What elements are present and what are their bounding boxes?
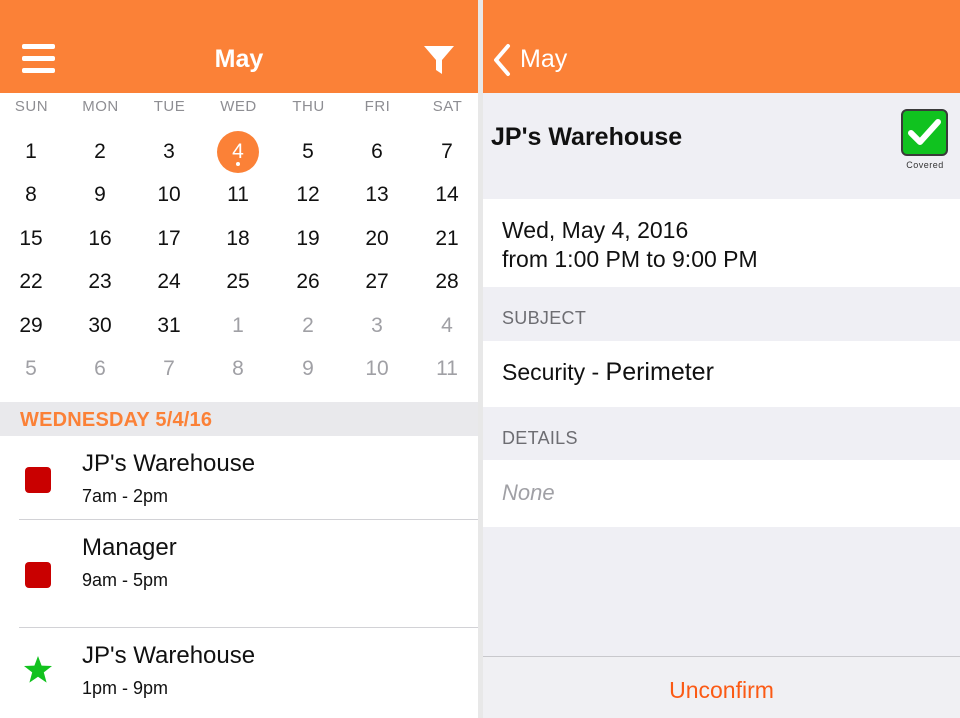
calendar-day[interactable]: 7 xyxy=(147,347,191,391)
calendar-day[interactable]: 6 xyxy=(78,347,122,391)
calendar-day[interactable]: 10 xyxy=(355,347,399,391)
calendar-day[interactable]: 7 xyxy=(425,130,469,174)
event-detail-pane: May JP's Warehouse Covered Wed, May 4, 2… xyxy=(483,0,960,718)
calendar-day[interactable]: 8 xyxy=(216,347,260,391)
event-date: Wed, May 4, 2016 xyxy=(502,217,689,243)
subject-section-label: SUBJECT xyxy=(502,308,587,328)
calendar-day[interactable]: 12 xyxy=(286,173,330,217)
calendar-day[interactable]: 15 xyxy=(9,217,53,261)
calendar-day[interactable]: 28 xyxy=(425,260,469,304)
event-dot-icon xyxy=(236,162,240,166)
month-title: May xyxy=(214,45,264,73)
event-item[interactable]: JP's Warehouse 7am - 2pm xyxy=(0,436,478,520)
event-time-range: from 1:00 PM to 9:00 PM xyxy=(502,246,758,272)
weekday-header: SUN MON TUE WED THU FRI SAT xyxy=(0,98,478,118)
subject-value: Perimeter xyxy=(605,358,714,386)
weekday-label: THU xyxy=(292,98,325,115)
covered-checkbox-icon[interactable] xyxy=(901,109,948,156)
calendar-day[interactable]: 10 xyxy=(147,173,191,217)
event-title: JP's Warehouse xyxy=(82,450,256,477)
bottom-toolbar: Unconfirm xyxy=(483,656,960,718)
chevron-left-icon xyxy=(494,44,510,76)
calendar-day[interactable]: 29 xyxy=(9,304,53,348)
filter-icon[interactable] xyxy=(423,44,455,76)
calendar-day[interactable]: 5 xyxy=(9,347,53,391)
calendar-day[interactable]: 16 xyxy=(78,217,122,261)
event-title: JP's Warehouse xyxy=(82,642,256,669)
calendar-day[interactable]: 3 xyxy=(147,130,191,174)
calendar-day[interactable]: 14 xyxy=(425,173,469,217)
selected-date-label: WEDNESDAY 5/4/16 xyxy=(20,409,213,431)
calendar-day[interactable]: 25 xyxy=(216,260,260,304)
calendar-day[interactable]: 9 xyxy=(78,173,122,217)
calendar-day[interactable]: 27 xyxy=(355,260,399,304)
weekday-label: FRI xyxy=(364,98,391,115)
calendar-day[interactable]: 11 xyxy=(425,347,469,391)
calendar-day[interactable]: 31 xyxy=(147,304,191,348)
unconfirm-button[interactable]: Unconfirm xyxy=(483,677,960,704)
calendar-day[interactable]: 18 xyxy=(216,217,260,261)
selected-date-header: WEDNESDAY 5/4/16 xyxy=(0,402,478,436)
calendar-day[interactable]: 24 xyxy=(147,260,191,304)
calendar-day[interactable]: 20 xyxy=(355,217,399,261)
calendar-day[interactable]: 9 xyxy=(286,347,330,391)
event-time: 7am - 2pm xyxy=(82,486,169,506)
green-star-icon xyxy=(24,656,52,683)
event-item[interactable]: JP's Warehouse 1pm - 9pm xyxy=(0,628,478,718)
calendar-day[interactable]: 26 xyxy=(286,260,330,304)
detail-navbar: May xyxy=(483,0,960,93)
calendar-day[interactable]: 8 xyxy=(9,173,53,217)
details-value: None xyxy=(502,480,555,505)
calendar-navbar: May xyxy=(0,0,478,93)
calendar-day[interactable]: 19 xyxy=(286,217,330,261)
red-square-icon xyxy=(25,467,51,493)
calendar-day[interactable]: 23 xyxy=(78,260,122,304)
calendar-day-number: 4 xyxy=(232,140,244,163)
calendar-day[interactable]: 6 xyxy=(355,130,399,174)
calendar-day[interactable]: 11 xyxy=(216,173,260,217)
weekday-label: WED xyxy=(220,98,257,115)
calendar-day-selected[interactable]: 4 xyxy=(217,131,259,173)
event-time: 9am - 5pm xyxy=(82,570,169,590)
date-time-section: Wed, May 4, 2016 from 1:00 PM to 9:00 PM xyxy=(483,199,960,287)
weekday-label: TUE xyxy=(153,98,186,115)
calendar-day[interactable]: 4 xyxy=(425,304,469,348)
event-title: Manager xyxy=(82,534,177,561)
subject-prefix: Security - xyxy=(502,359,600,385)
back-label: May xyxy=(520,45,568,73)
event-time: 1pm - 9pm xyxy=(82,678,169,698)
calendar-grid: 1 2 3 4 5 6 7 8 9 10 11 12 13 14 15 16 17 18 19 20 21 22 23 24 2… xyxy=(0,130,478,392)
calendar-day[interactable]: 2 xyxy=(78,130,122,174)
calendar-day[interactable]: 1 xyxy=(9,130,53,174)
weekday-label: SAT xyxy=(432,98,463,115)
calendar-day[interactable]: 22 xyxy=(9,260,53,304)
calendar-day[interactable]: 2 xyxy=(286,304,330,348)
calendar-day[interactable]: 30 xyxy=(78,304,122,348)
weekday-label: MON xyxy=(82,98,119,115)
calendar-day[interactable]: 3 xyxy=(355,304,399,348)
calendar-day[interactable]: 21 xyxy=(425,217,469,261)
subject-text: Security - Perimeter xyxy=(502,358,714,387)
details-section-label: DETAILS xyxy=(502,428,578,448)
event-item[interactable]: Manager 9am - 5pm xyxy=(0,520,478,628)
calendar-day[interactable]: 1 xyxy=(216,304,260,348)
red-square-icon xyxy=(25,562,51,588)
calendar-day[interactable]: 5 xyxy=(286,130,330,174)
covered-label: Covered xyxy=(906,160,944,170)
location-title: JP's Warehouse xyxy=(491,123,683,151)
calendar-day[interactable]: 17 xyxy=(147,217,191,261)
calendar-day[interactable]: 13 xyxy=(355,173,399,217)
weekday-label: SUN xyxy=(14,98,49,115)
calendar-pane: May SUN MON TUE WED THU FRI SAT 1 2 3 4 5 6 7 8 9 10 11 1… xyxy=(0,0,478,718)
